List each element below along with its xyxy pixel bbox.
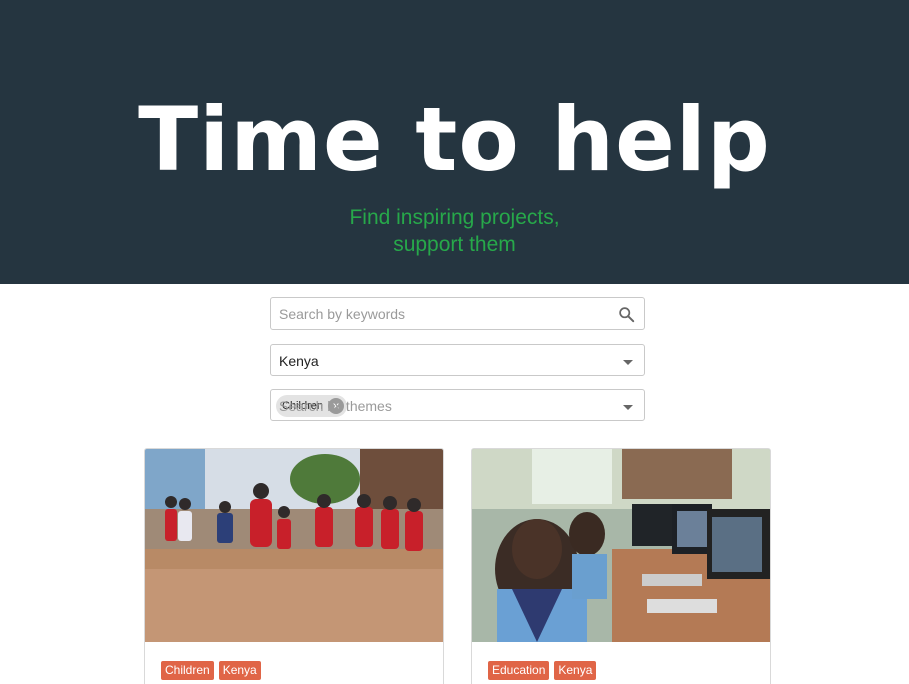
- country-select-value: Kenya: [279, 353, 319, 369]
- tag-badge[interactable]: Education: [488, 661, 550, 680]
- chevron-down-icon[interactable]: [623, 360, 633, 365]
- themes-search-input[interactable]: [279, 396, 609, 416]
- themes-select[interactable]: Children ×: [270, 389, 645, 421]
- hero-subtitle: Find inspiring projects, support them: [0, 204, 909, 258]
- hero-banner: Time to help Find inspiring projects, su…: [0, 0, 909, 284]
- project-image[interactable]: [145, 449, 443, 642]
- search-icon[interactable]: [618, 306, 635, 323]
- hero-subtitle-line-1: Find inspiring projects,: [349, 206, 560, 229]
- project-tags: Education Kenya: [488, 661, 597, 680]
- country-select[interactable]: Kenya: [270, 344, 645, 376]
- page-title: Time to help: [138, 88, 771, 191]
- tag-badge[interactable]: Kenya: [218, 661, 261, 680]
- project-card[interactable]: Education Kenya: [471, 448, 771, 684]
- project-image[interactable]: [472, 449, 770, 642]
- tag-badge[interactable]: Kenya: [554, 661, 597, 680]
- project-card[interactable]: Children Kenya: [144, 448, 444, 684]
- project-tags: Children Kenya: [161, 661, 261, 680]
- tag-badge[interactable]: Children: [161, 661, 214, 680]
- chevron-down-icon[interactable]: [623, 405, 633, 410]
- hero-subtitle-line-2: support them: [393, 233, 516, 256]
- keyword-search-input[interactable]: [279, 304, 609, 324]
- keyword-search-field[interactable]: [270, 297, 645, 330]
